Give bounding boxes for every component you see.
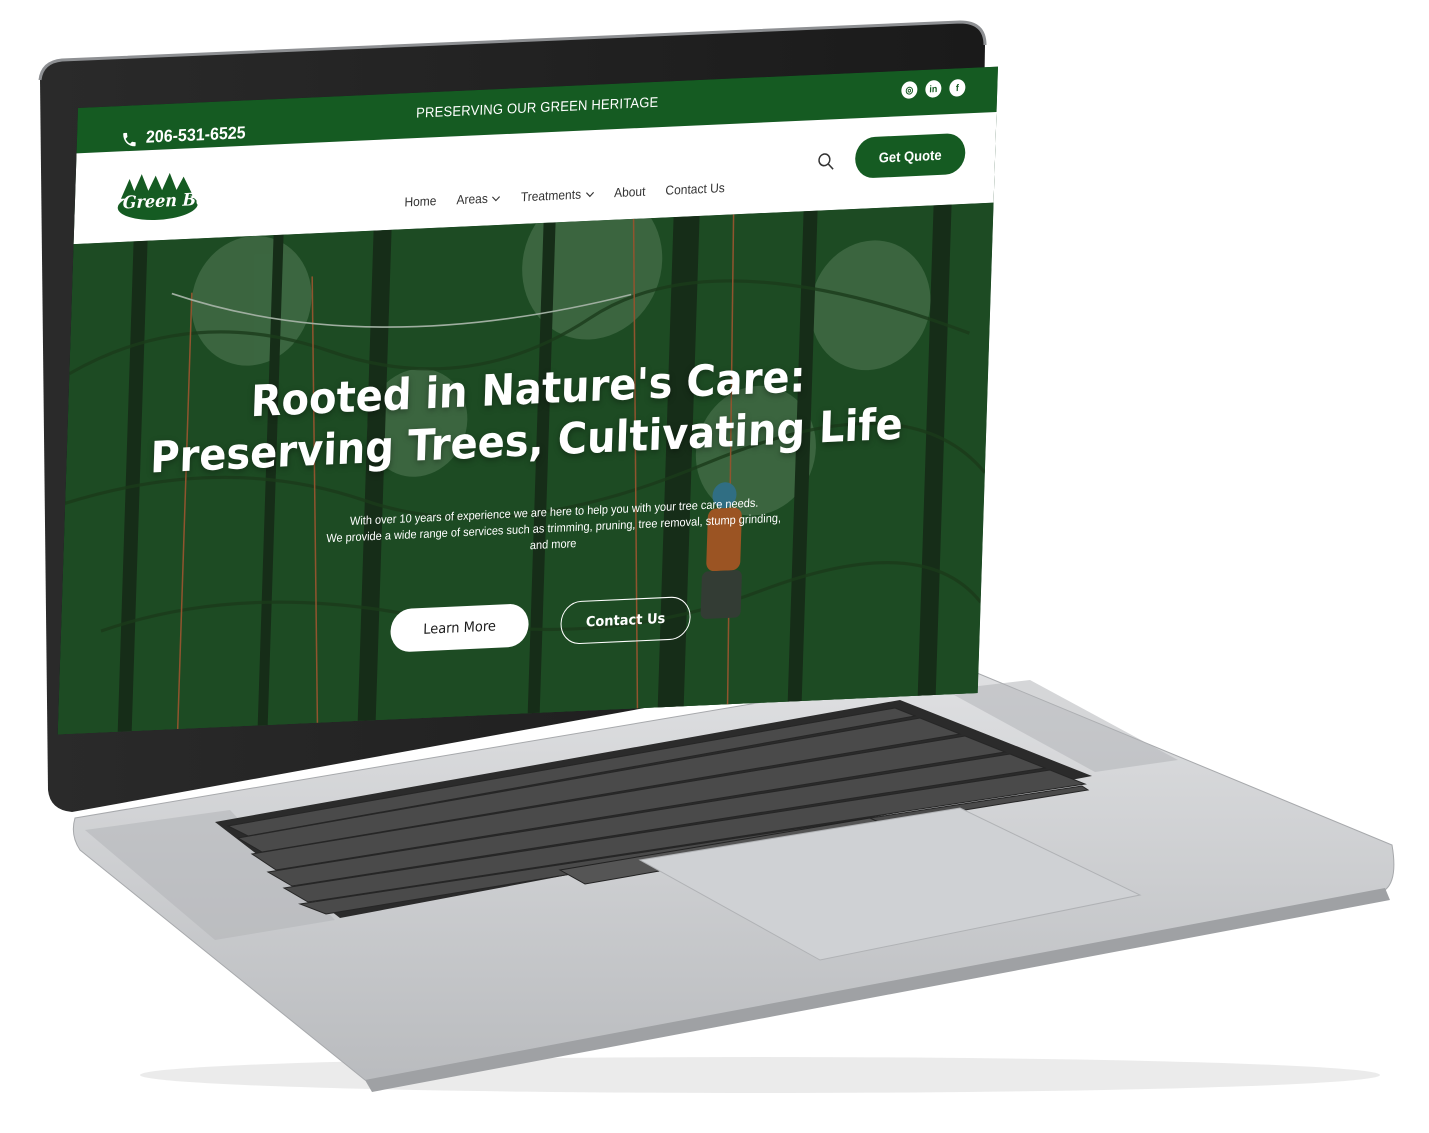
laptop-mockup: PRESERVING OUR GREEN HERITAGE 206-531-65…: [0, 0, 1429, 1133]
phone-icon: [123, 132, 136, 146]
chevron-down-icon: [492, 195, 501, 201]
get-quote-button[interactable]: Get Quote: [854, 132, 966, 179]
nav-menu: Home Areas Treatments About Contact Us: [404, 180, 725, 210]
instagram-icon[interactable]: ◎: [901, 81, 918, 99]
nav-item-areas[interactable]: Areas: [456, 190, 501, 207]
logo-text: Green Belt: [122, 187, 221, 213]
nav-item-label: Contact Us: [665, 180, 726, 199]
hero-section: Rooted in Nature's Care: Preserving Tree…: [57, 202, 994, 735]
linkedin-icon[interactable]: in: [925, 79, 942, 98]
facebook-icon[interactable]: f: [949, 78, 966, 97]
nav-item-about[interactable]: About: [614, 184, 646, 201]
brand-logo[interactable]: Green Belt: [114, 167, 220, 223]
phone-number: 206-531-6525: [145, 124, 246, 148]
search-icon[interactable]: [817, 152, 836, 172]
nav-item-label: Home: [404, 193, 437, 210]
phone-link[interactable]: 206-531-6525: [121, 124, 246, 149]
laptop-screen: PRESERVING OUR GREEN HERITAGE 206-531-65…: [30, 20, 998, 820]
nav-item-label: About: [613, 183, 646, 201]
website-viewport: PRESERVING OUR GREEN HERITAGE 206-531-65…: [57, 66, 998, 735]
nav-item-contact[interactable]: Contact Us: [665, 180, 725, 198]
learn-more-button[interactable]: Learn More: [389, 603, 530, 653]
chevron-down-icon: [585, 191, 594, 197]
nav-item-treatments[interactable]: Treatments: [520, 186, 595, 205]
social-links: ◎ in f: [901, 78, 966, 99]
nav-item-home[interactable]: Home: [404, 193, 437, 210]
nav-item-label: Treatments: [520, 186, 582, 205]
contact-us-button[interactable]: Contact Us: [559, 595, 692, 645]
nav-item-label: Areas: [456, 190, 489, 208]
